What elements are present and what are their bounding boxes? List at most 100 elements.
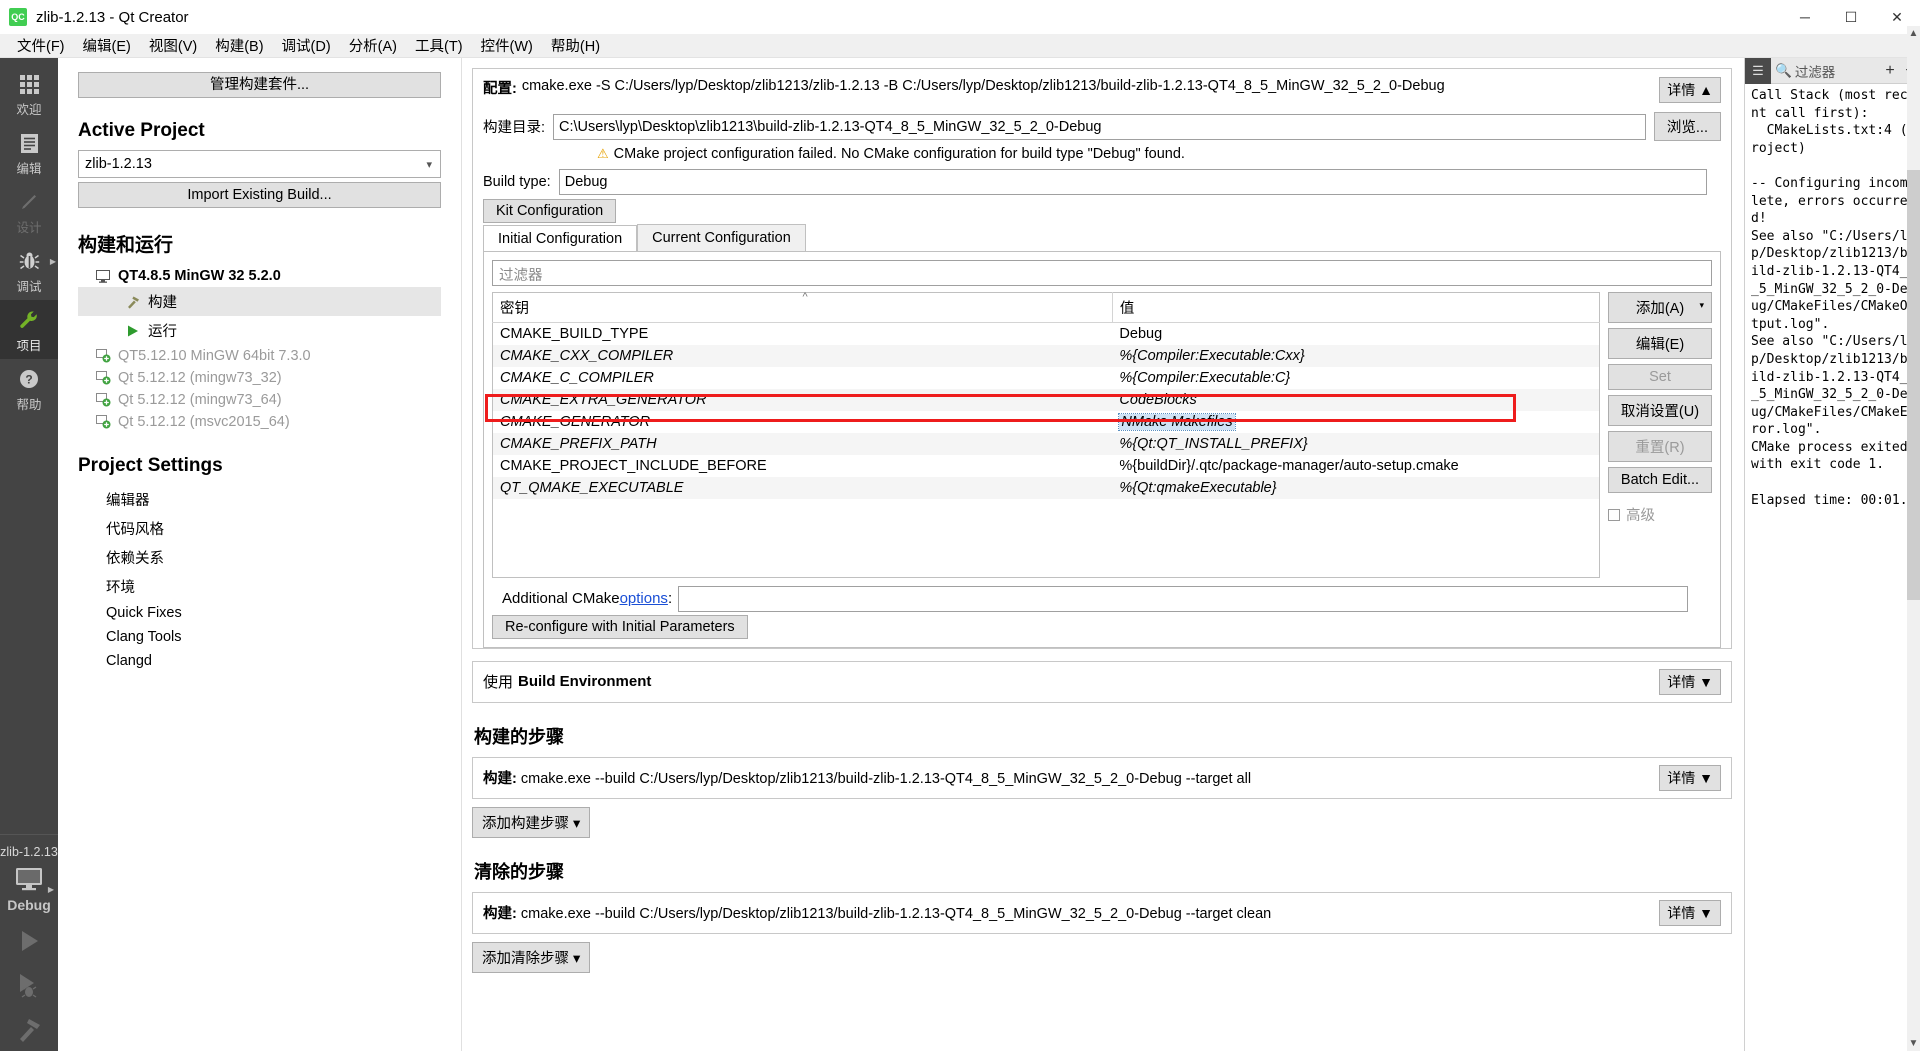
configuration-tab-content: 过滤器 ^ 密钥 值 CMAKE_BUILD_TYPE Debug CMAKE_… [483,251,1721,648]
build-type-input[interactable]: Debug [558,169,1707,195]
table-row[interactable]: CMAKE_EXTRA_GENERATOR CodeBlocks [492,389,1600,411]
menu-file[interactable]: 文件(F) [8,33,74,58]
clear-output-icon[interactable]: ☰ [1745,57,1771,84]
scroll-down-icon[interactable]: ▼ [1909,1036,1919,1051]
add-variable-button[interactable]: 添加(A) ▾ [1608,292,1712,323]
setting-item-clang-tools[interactable]: Clang Tools [78,625,441,649]
mode-welcome[interactable]: 欢迎 [0,64,58,123]
cmake-filter-input[interactable]: 过滤器 [492,260,1712,286]
output-scrollbar-thumb[interactable] [1907,170,1920,600]
setting-item-editor[interactable]: 编辑器 [78,485,441,514]
environment-use-label: 使用 [483,674,514,691]
table-row[interactable]: CMAKE_PREFIX_PATH %{Qt:QT_INSTALL_PREFIX… [492,433,1600,455]
minimize-button[interactable]: ─ [1782,0,1828,34]
clean-steps-heading: 清除的步骤 [474,861,564,882]
mode-debug[interactable]: ▶ 调试 [0,241,58,300]
table-row[interactable]: QT_QMAKE_EXECUTABLE %{Qt:qmakeExecutable… [492,477,1600,499]
setting-item-dependencies[interactable]: 依赖关系 [78,543,441,572]
import-existing-build-button[interactable]: Import Existing Build... [78,182,441,208]
advanced-checkbox-row[interactable]: 高级 [1608,504,1712,525]
filler-cell-key [493,499,1113,577]
table-row[interactable]: CMAKE_PROJECT_INCLUDE_BEFORE %{buildDir}… [493,455,1600,477]
run-configuration-selector[interactable]: ▶ Debug [0,867,58,919]
menu-edit[interactable]: 编辑(E) [74,33,140,58]
menu-analyze[interactable]: 分析(A) [340,33,406,58]
tab-current-configuration[interactable]: Current Configuration [637,224,806,251]
clean-step-prefix: 构建: [483,906,517,922]
sort-ascending-icon: ^ [802,291,808,303]
kit-tree: QT4.8.5 MinGW 32 5.2.0 构建 运行 QT5.12.10 M… [78,265,441,433]
active-project-value: zlib-1.2.13 [85,156,152,172]
bug-icon [19,248,40,274]
setting-item-code-style[interactable]: 代码风格 [78,514,441,543]
cmake-value-7: %{Qt:qmakeExecutable} [1112,477,1600,499]
start-debugging-button[interactable] [0,963,58,1007]
build-directory-input[interactable]: C:\Users\lyp\Desktop\zlib1213\build-zlib… [553,113,1646,140]
cmake-value-1: %{Compiler:Executable:Cxx} [1112,345,1600,367]
menu-view[interactable]: 视图(V) [140,33,206,58]
menu-debug[interactable]: 调试(D) [273,33,340,58]
active-project-combobox[interactable]: zlib-1.2.13 ▾ [78,150,441,178]
output-filter[interactable]: 🔍 过滤器 [1771,61,1880,81]
kit-item-2[interactable]: Qt 5.12.12 (mingw73_32) [78,367,441,389]
cmake-value-4-cell[interactable]: NMake Makefiles [1112,411,1599,433]
advanced-checkbox[interactable] [1608,508,1620,521]
environment-name: Build Environment [518,673,652,690]
mode-help[interactable]: ? 帮助 [0,359,58,418]
cmake-value-2: %{Compiler:Executable:C} [1119,370,1291,386]
setting-item-clangd[interactable]: Clangd [78,649,441,673]
kit-configuration-button[interactable]: Kit Configuration [483,199,617,223]
setting-item-environment[interactable]: 环境 [78,572,441,601]
reset-variable-button: 重置(R) [1608,431,1712,462]
cmake-value-5: %{Qt:QT_INSTALL_PREFIX} [1112,433,1600,455]
cmake-options-link[interactable]: options [620,590,668,607]
build-button[interactable] [0,1007,58,1051]
kit-item-4[interactable]: Qt 5.12.12 (msvc2015_64) [78,411,441,433]
mode-edit[interactable]: 编辑 [0,123,58,182]
environment-details-button[interactable]: 详情 ▼ [1659,668,1721,695]
zoom-in-button[interactable]: + [1880,62,1900,80]
reconfigure-button[interactable]: Re-configure with Initial Parameters [492,614,748,639]
cmake-table-buttons: 添加(A) ▾ 编辑(E) Set 取消设置(U) 重置(R) Batch Ed… [1608,292,1712,578]
menu-tools[interactable]: 工具(T) [406,33,472,58]
cmake-generator-value-editor[interactable]: NMake Makefiles [1118,413,1236,431]
menu-widgets[interactable]: 控件(W) [472,33,542,58]
table-row[interactable]: CMAKE_BUILD_TYPE Debug [493,323,1600,346]
browse-button[interactable]: 浏览... [1653,112,1721,141]
menu-help[interactable]: 帮助(H) [542,33,609,58]
table-row-selected[interactable]: CMAKE_GENERATOR NMake Makefiles [493,411,1600,433]
run-icon [22,931,38,951]
kit-child-run[interactable]: 运行 [78,316,441,345]
edit-variable-button[interactable]: 编辑(E) [1608,328,1712,359]
active-project-indicator[interactable]: zlib-1.2.13 [0,841,58,867]
maximize-button[interactable]: ☐ [1828,0,1874,34]
setting-item-quick-fixes[interactable]: Quick Fixes [78,601,441,625]
menu-build[interactable]: 构建(B) [206,33,272,58]
project-settings-heading: Project Settings [78,455,223,476]
configure-details-button[interactable]: 详情 ▲ [1659,77,1721,103]
title-bar: QC zlib-1.2.13 - Qt Creator ─ ☐ ✕ [0,0,1920,34]
manage-kits-button[interactable]: 管理构建套件... [78,72,441,98]
mode-projects[interactable]: 项目 [0,300,58,359]
tab-initial-configuration[interactable]: Initial Configuration [483,225,638,252]
kit-item-active[interactable]: QT4.8.5 MinGW 32 5.2.0 [78,265,441,287]
column-header-key-label: 密钥 [500,301,529,317]
clean-step-details-button[interactable]: 详情 ▼ [1659,899,1721,926]
build-directory-label: 构建目录: [483,120,546,136]
additional-options-input[interactable] [678,585,1688,612]
chevron-down-icon-add: ▾ [1699,300,1704,310]
add-clean-step-button[interactable]: 添加清除步骤 ▾ [472,941,591,973]
table-row[interactable]: CMAKE_CXX_COMPILER %{Compiler:Executable… [492,345,1600,367]
kit-item-3[interactable]: Qt 5.12.12 (mingw73_64) [78,389,441,411]
run-button[interactable] [0,919,58,963]
batch-edit-button[interactable]: Batch Edit... [1608,467,1712,493]
build-step-details-button[interactable]: 详情 ▼ [1659,764,1721,791]
table-row[interactable]: CMAKE_C_COMPILER %{Compiler:Executable:C… [493,367,1600,389]
kit-item-1[interactable]: QT5.12.10 MinGW 64bit 7.3.0 [78,345,441,367]
unset-variable-button[interactable]: 取消设置(U) [1608,395,1712,426]
column-header-value[interactable]: 值 [1112,292,1600,323]
scroll-up-icon[interactable]: ▲ [1909,26,1919,41]
add-build-step-button[interactable]: 添加构建步骤 ▾ [472,806,591,838]
kit-child-build[interactable]: 构建 [78,287,441,316]
column-header-key[interactable]: ^ 密钥 [492,291,1113,323]
